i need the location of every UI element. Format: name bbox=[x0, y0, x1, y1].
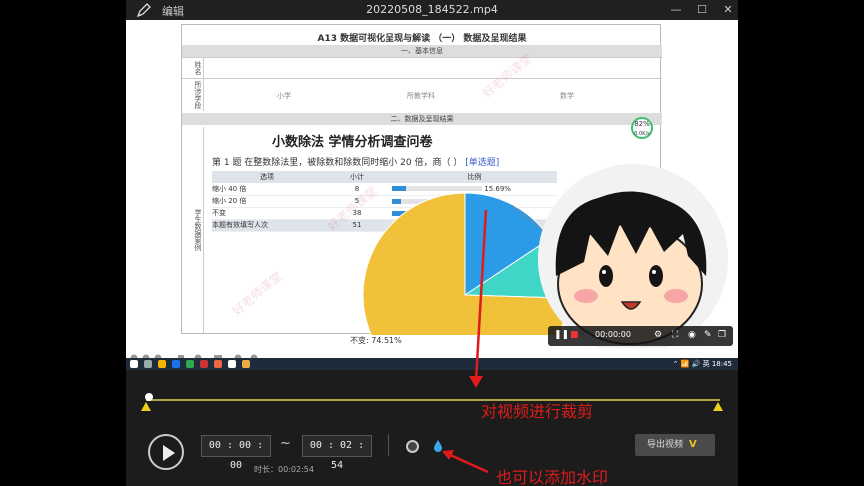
window-icon[interactable]: ❐ bbox=[718, 330, 726, 340]
range-separator: ~ bbox=[280, 436, 291, 451]
annotation-watermark: 也可以添加水印 bbox=[496, 468, 609, 486]
start-icon[interactable] bbox=[130, 360, 138, 368]
left-letterbox bbox=[0, 0, 126, 486]
brush-icon[interactable]: ✎ bbox=[704, 330, 712, 340]
search-icon[interactable] bbox=[144, 360, 152, 368]
annotation-crop: 对视频进行裁剪 bbox=[481, 402, 594, 421]
settings-icon[interactable]: ⚙ bbox=[654, 330, 662, 340]
annotation-arrows bbox=[442, 209, 489, 474]
right-letterbox bbox=[738, 0, 864, 486]
folder-icon[interactable] bbox=[158, 360, 166, 368]
pause-icon[interactable]: ❚❚ bbox=[554, 330, 569, 340]
end-time-input[interactable]: 00 : 02 : 54 bbox=[302, 435, 372, 471]
close-button[interactable]: ✕ bbox=[720, 2, 736, 18]
recording-time: 00:00:00 bbox=[595, 330, 631, 339]
playhead[interactable] bbox=[145, 393, 153, 401]
desktop-tool-strip bbox=[126, 348, 738, 362]
system-tray: ⌃ 📶 🔊 英 18:45 bbox=[672, 360, 732, 368]
export-video-button[interactable]: 导出视频 V bbox=[635, 434, 715, 456]
app-icon[interactable] bbox=[228, 360, 236, 368]
trim-start-handle[interactable] bbox=[141, 402, 151, 411]
badge-unit: % bbox=[643, 120, 650, 128]
start-time-input[interactable]: 00 : 00 : 00 bbox=[201, 435, 271, 471]
app-icon[interactable] bbox=[200, 360, 208, 368]
windows-taskbar: ⌃ 📶 🔊 英 18:45 bbox=[126, 358, 738, 370]
video-editor-window: 编辑 20220508_184522.mp4 — ☐ ✕ A13 数据可视化呈现… bbox=[126, 0, 738, 486]
pie-label-unchanged: 不变: 74.51% bbox=[350, 336, 402, 345]
maximize-button[interactable]: ☐ bbox=[694, 2, 710, 18]
play-button[interactable] bbox=[148, 434, 184, 470]
browser-icon[interactable] bbox=[172, 360, 180, 368]
toolbar-divider bbox=[388, 434, 389, 456]
trim-end-handle[interactable] bbox=[713, 402, 723, 411]
app-icon[interactable] bbox=[214, 360, 222, 368]
file-title: 20220508_184522.mp4 bbox=[366, 3, 498, 16]
vip-badge: V bbox=[689, 439, 697, 450]
clock-icon[interactable] bbox=[406, 440, 419, 453]
watermark-drop-icon[interactable] bbox=[433, 439, 443, 453]
stop-icon[interactable]: ■ bbox=[570, 330, 579, 340]
network-speed-badge: 82% 0.0K/s bbox=[631, 117, 653, 139]
duration-label: 时长：00:02:54 bbox=[254, 465, 314, 474]
title-bar: 编辑 20220508_184522.mp4 — ☐ ✕ bbox=[126, 0, 738, 20]
export-label: 导出视频 bbox=[647, 440, 684, 450]
video-preview[interactable]: A13 数据可视化呈现与解读 （一） 数据及呈现结果 一、基本信息 姓名 所涉学… bbox=[126, 20, 738, 370]
app-icon[interactable] bbox=[242, 360, 250, 368]
badge-value: 82 bbox=[634, 120, 644, 128]
trim-track[interactable] bbox=[146, 399, 720, 401]
camera-icon[interactable]: ◉ bbox=[688, 330, 696, 340]
trim-panel: 对视频进行裁剪 00 : 00 : 00 ~ 00 : 02 : 54 时长：0… bbox=[126, 209, 738, 486]
badge-sub: 0.0K/s bbox=[634, 131, 650, 137]
fullscreen-icon[interactable]: ⛶ bbox=[672, 330, 678, 340]
minimize-button[interactable]: — bbox=[668, 2, 684, 18]
app-icon[interactable] bbox=[186, 360, 194, 368]
recorder-control-bar: ❚❚ ■ 00:00:00 ⚙ ⛶ ◉ ✎ ❐ bbox=[548, 326, 733, 346]
